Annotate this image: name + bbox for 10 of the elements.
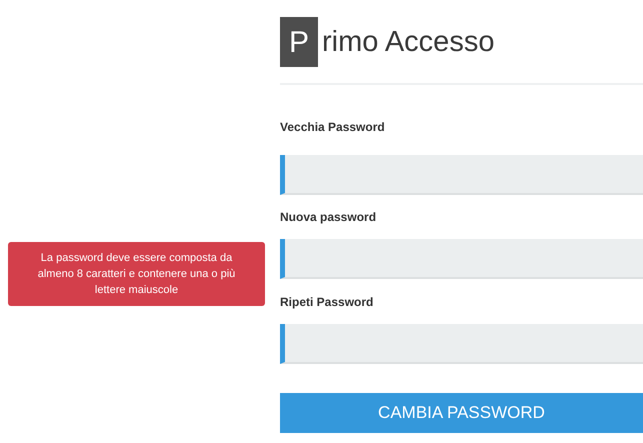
password-field[interactable] — [280, 155, 643, 195]
page-title: rimo Accesso — [322, 25, 494, 60]
field-label: Nuova password — [280, 209, 378, 225]
change-password-button[interactable]: CAMBIA PASSWORD — [280, 393, 643, 433]
field-label: Vecchia Password — [280, 119, 386, 135]
error-message: La password deve essere composta da almeno 8 caratteri e contenere una o più lettere maiuscole — [8, 242, 265, 306]
title-initial: P — [280, 17, 318, 67]
field-label: Ripeti Password — [280, 294, 374, 310]
password-field[interactable] — [280, 324, 643, 364]
password-field[interactable] — [280, 239, 643, 279]
